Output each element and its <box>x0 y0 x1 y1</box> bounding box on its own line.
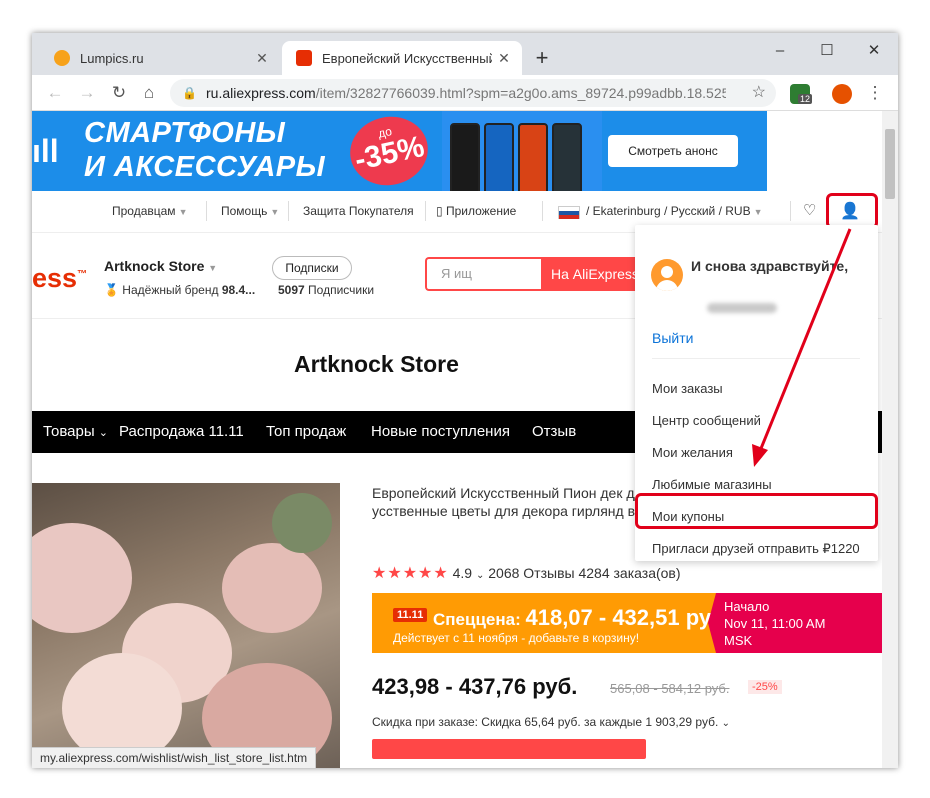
url-text[interactable]: ru.aliexpress.com/item/32827766039.html?… <box>206 79 726 107</box>
current-price: 423,98 - 437,76 руб. <box>372 674 578 699</box>
store-name[interactable]: Artknock Store ▼ <box>104 258 217 274</box>
close-window-button[interactable]: ✕ <box>851 37 897 65</box>
russia-flag-icon <box>558 206 580 219</box>
promo-price: Спеццена: 418,07 - 432,51 ру <box>433 605 712 630</box>
browser-window: Lumpics.ru ✕ Европейский Искусственный П… <box>32 33 898 768</box>
medal-icon: 🏅 <box>104 283 119 297</box>
menu-favorite-stores[interactable]: Любимые магазины <box>652 477 772 492</box>
menu-message-center[interactable]: Центр сообщений <box>652 413 761 428</box>
category-new-arrivals[interactable]: Новые поступления <box>371 423 510 440</box>
category-sale[interactable]: Распродажа 11.11 <box>119 423 244 440</box>
store-title: Artknock Store <box>294 351 459 377</box>
discount-badge: -25% <box>748 680 782 694</box>
profile-avatar-icon[interactable] <box>832 84 852 104</box>
product-image[interactable] <box>32 483 340 768</box>
new-tab-button[interactable]: + <box>530 46 554 70</box>
region-selector[interactable]: / Ekaterinburg / Русский / RUB ▼ <box>586 204 763 218</box>
close-tab-icon[interactable]: ✕ <box>250 50 274 67</box>
lumpics-favicon-icon <box>54 50 70 66</box>
status-bar: my.aliexpress.com/wishlist/wish_list_sto… <box>32 747 317 768</box>
menu-wishlist[interactable]: Мои желания <box>652 445 733 460</box>
lock-icon: 🔒 <box>182 86 197 100</box>
banner-line1: СМАРТФОНЫ <box>84 117 286 149</box>
extension-badge: 12 <box>798 94 813 104</box>
tab-title: Европейский Искусственный П <box>322 50 492 66</box>
phones-image <box>442 111 602 191</box>
aliexpress-favicon-icon <box>296 50 312 66</box>
browser-toolbar: ← → ↻ ⌂ 🔒 ru.aliexpress.com/item/3282776… <box>32 75 898 111</box>
category-top-sales[interactable]: Топ продаж <box>266 423 346 440</box>
menu-kebab-icon[interactable]: ⋮ <box>862 80 888 106</box>
bookmark-star-icon[interactable]: ☆ <box>752 79 766 107</box>
reload-icon[interactable]: ↻ <box>106 80 132 106</box>
favorite-stores-highlight-frame <box>635 493 878 529</box>
forward-arrow-icon[interactable]: → <box>74 80 100 106</box>
logout-link[interactable]: Выйти <box>652 330 693 346</box>
back-arrow-icon[interactable]: ← <box>42 80 68 106</box>
watch-announcement-button[interactable]: Смотреть анонс <box>608 135 738 167</box>
promo-banner[interactable]: ıll СМАРТФОНЫ И АКСЕССУАРЫ до -35% Смотр… <box>32 111 882 191</box>
coupon-strip[interactable] <box>372 739 646 759</box>
close-tab-icon[interactable]: ✕ <box>492 50 516 67</box>
extension-shield-icon[interactable]: 12 <box>790 84 813 104</box>
tab-lumpics[interactable]: Lumpics.ru ✕ <box>40 41 280 75</box>
special-price-banner: 11.11 Спеццена: 418,07 - 432,51 ру Дейст… <box>372 593 716 653</box>
title-bar: Lumpics.ru ✕ Европейский Искусственный П… <box>32 33 898 75</box>
app-link[interactable]: ▯ Приложение <box>436 204 516 218</box>
banner-line2: И АКСЕССУАРЫ <box>84 151 326 183</box>
subscribers-count: 5097 Подписчики <box>278 283 375 297</box>
discount-badge: до -35% <box>343 111 435 191</box>
phone-icon: ▯ <box>436 204 446 218</box>
tab-title: Lumpics.ru <box>80 50 144 66</box>
home-icon[interactable]: ⌂ <box>136 80 162 106</box>
sale-start-box: Начало Nov 11, 11:00 AM MSK <box>708 593 882 653</box>
product-rating[interactable]: ★★★★★ 4.9 ⌄ 2068 Отзывы 4284 заказа(ов) <box>372 563 681 583</box>
category-reviews[interactable]: Отзыв <box>532 423 576 440</box>
maximize-button[interactable]: ☐ <box>804 37 850 65</box>
rating-stars-icon: ★★★★★ <box>372 565 449 582</box>
menu-my-orders[interactable]: Мои заказы <box>652 381 723 396</box>
menu-invite-friends[interactable]: Пригласи друзей отправить ₽1220 <box>652 541 860 557</box>
sellers-menu[interactable]: Продавцам ▼ <box>112 204 187 218</box>
banner-fragment: ıll <box>32 133 59 169</box>
promo-valid-text: Действует с 11 ноября - добавьте в корзи… <box>393 631 640 645</box>
aliexpress-logo[interactable]: ess™ <box>32 263 87 294</box>
tab-aliexpress[interactable]: Европейский Искусственный П ✕ <box>282 41 522 75</box>
web-page: ıll СМАРТФОНЫ И АКСЕССУАРЫ до -35% Смотр… <box>32 111 882 768</box>
subscribe-button[interactable]: Подписки <box>272 256 352 280</box>
promo-tag: 11.11 <box>393 608 428 622</box>
brand-info: 🏅 Надёжный бренд 98.4... <box>104 283 256 297</box>
page-scrollbar[interactable] <box>882 111 898 768</box>
user-avatar-icon <box>651 259 683 291</box>
buyer-protection-link[interactable]: Защита Покупателя <box>303 204 414 218</box>
address-bar[interactable]: 🔒 ru.aliexpress.com/item/32827766039.htm… <box>170 79 776 107</box>
blurred-username <box>707 303 777 313</box>
account-highlight-frame <box>826 193 878 229</box>
order-discount[interactable]: Скидка при заказе: Скидка 65,64 руб. за … <box>372 715 730 729</box>
scrollbar-thumb[interactable] <box>885 129 895 199</box>
greeting: И снова здравствуйте, <box>691 258 849 274</box>
minimize-button[interactable]: – <box>757 37 803 65</box>
help-menu[interactable]: Помощь ▼ <box>221 204 279 218</box>
old-price: 565,08 - 584,12 руб. <box>610 681 730 696</box>
wishlist-heart-icon[interactable]: ♡ <box>803 201 816 219</box>
category-products[interactable]: Товары ⌄ <box>43 423 108 440</box>
search-input[interactable]: Я ищ <box>425 257 545 291</box>
